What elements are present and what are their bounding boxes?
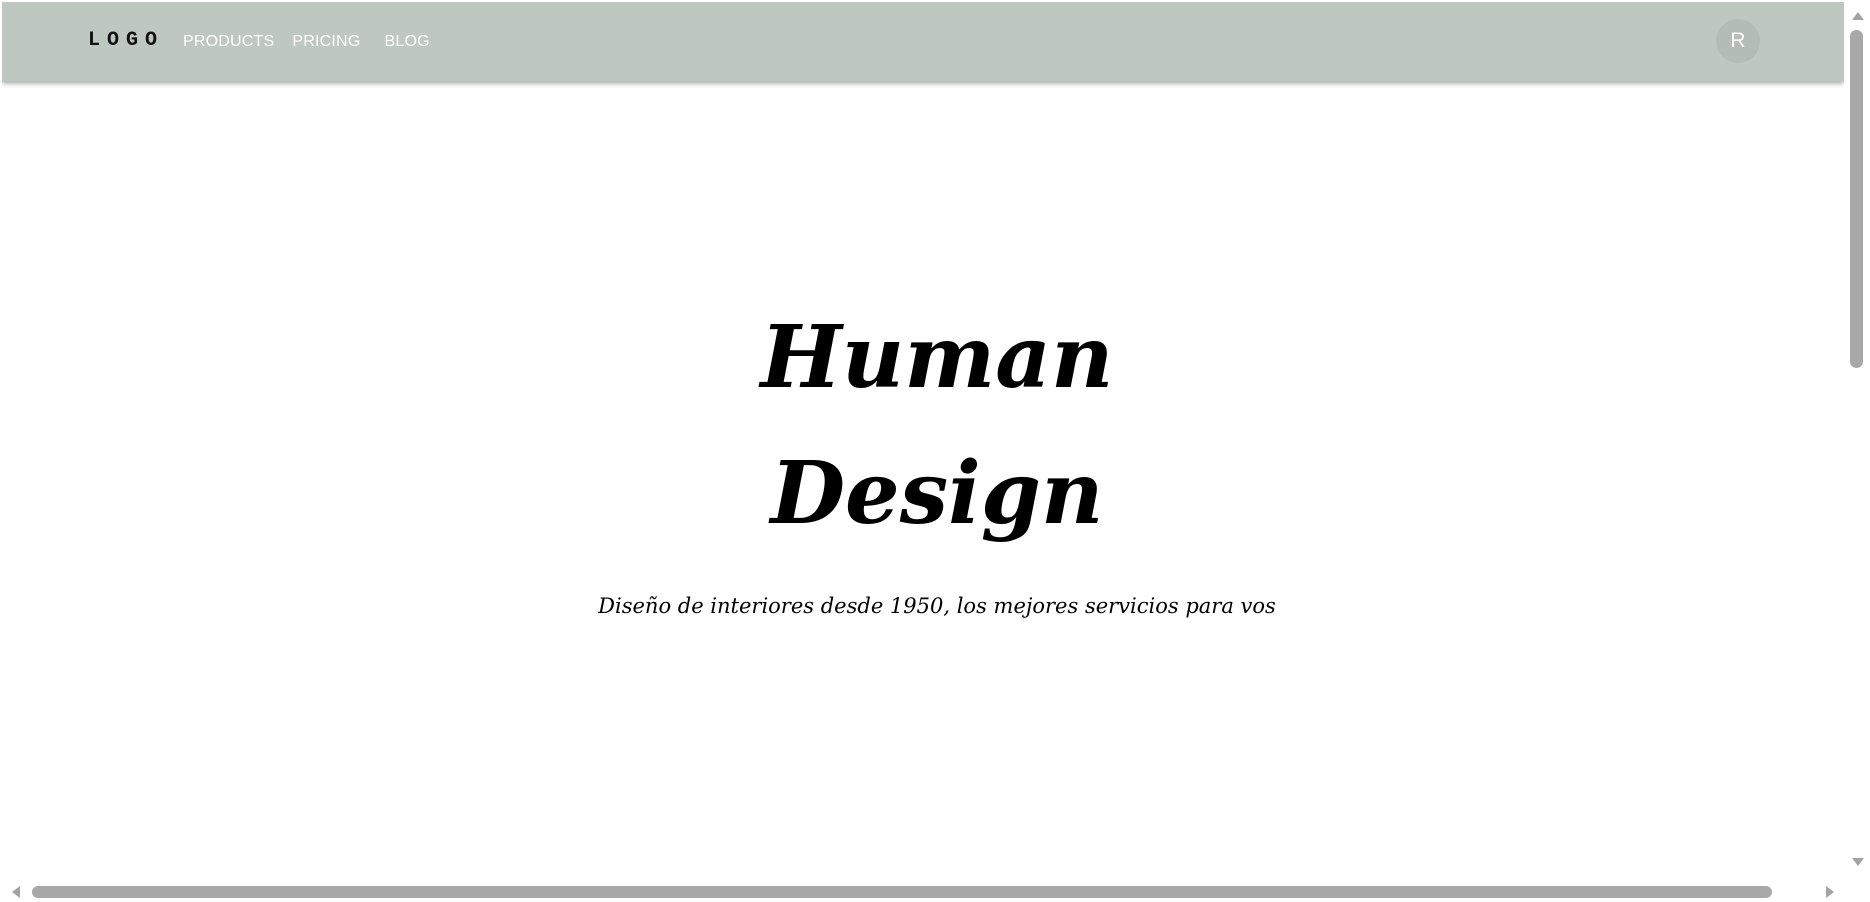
main-nav: PRODUCTS PRICING BLOG [174,2,439,81]
vertical-scrollbar[interactable] [1846,0,1870,882]
page: LOGO PRODUCTS PRICING BLOG R Human Desig… [2,2,1844,882]
hero-title: Human Design [2,290,1844,562]
nav-products[interactable]: PRODUCTS [174,27,283,57]
horizontal-scroll-thumb[interactable] [32,886,1772,898]
scroll-up-arrow-icon[interactable] [1852,12,1864,20]
nav-blog[interactable]: BLOG [375,27,438,57]
hero-title-line-2: Design [770,443,1104,544]
user-avatar[interactable]: R [1716,19,1760,63]
scrollbar-corner [1846,882,1870,902]
horizontal-scrollbar[interactable] [0,882,1846,902]
nav-pricing[interactable]: PRICING [283,27,369,57]
logo[interactable]: LOGO [88,29,164,52]
scroll-left-arrow-icon[interactable] [12,886,20,898]
scroll-right-arrow-icon[interactable] [1826,886,1834,898]
browser-viewport: LOGO PRODUCTS PRICING BLOG R Human Desig… [0,0,1870,902]
scroll-down-arrow-icon[interactable] [1852,858,1864,866]
hero-subtitle: Diseño de interiores desde 1950, los mej… [598,594,1276,618]
vertical-scroll-thumb[interactable] [1850,30,1863,368]
hero-title-line-1: Human [760,307,1114,408]
app-bar: LOGO PRODUCTS PRICING BLOG R [2,2,1844,81]
